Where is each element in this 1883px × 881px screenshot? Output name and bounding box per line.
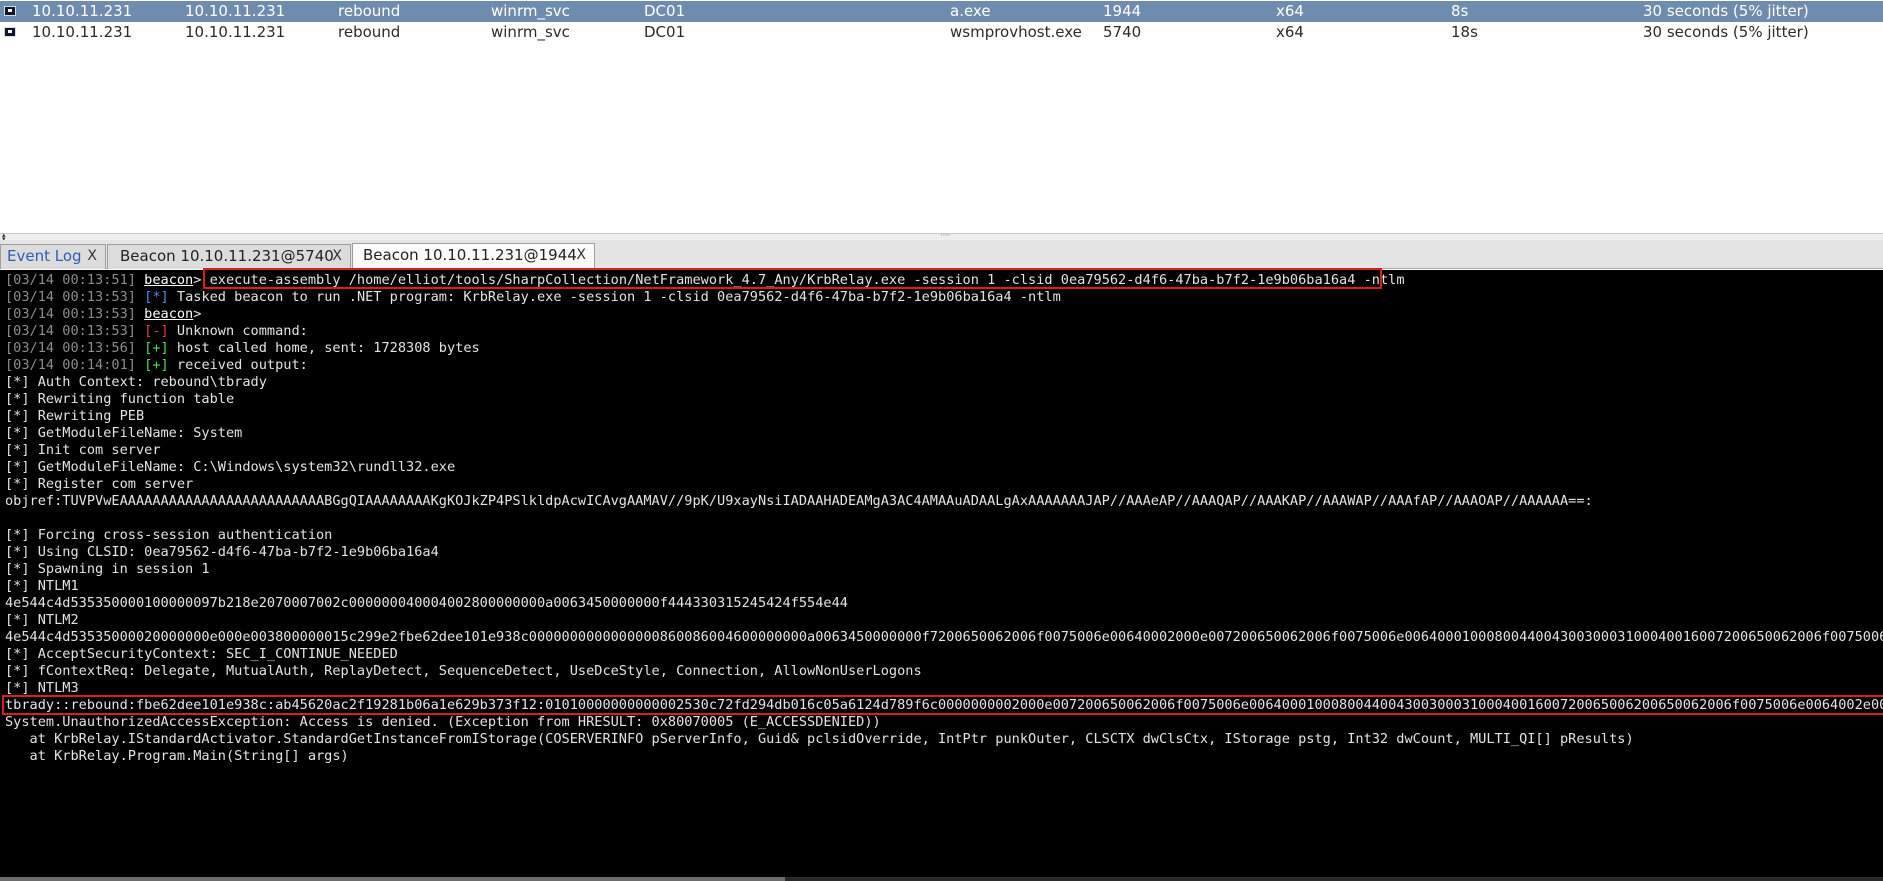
console-line: at KrbRelay.IStandardActivator.StandardG… <box>5 731 1634 747</box>
beacon-row[interactable]: 10.10.11.231 10.10.11.231 rebound winrm_… <box>0 22 1883 43</box>
cell-internal-ip: 10.10.11.231 <box>185 23 286 41</box>
console-line: [*] NTLM3 <box>5 680 79 696</box>
console-line: [03/14 00:13:56] [+] host called home, s… <box>5 340 480 357</box>
console-line: [*] Init com server <box>5 442 161 458</box>
cell-listener: winrm_svc <box>491 2 570 20</box>
beacon-table: 10.10.11.231 10.10.11.231 rebound winrm_… <box>0 0 1883 233</box>
timestamp: [03/14 00:13:51] <box>5 272 136 288</box>
console-line: [*] Auth Context: rebound\tbrady <box>5 374 267 390</box>
output-text: received output: <box>168 357 308 373</box>
console-line: 4e544c4d53535000020000000e000e0038000000… <box>5 629 1883 645</box>
console-line: [03/14 00:13:51] beacon> execute-assembl… <box>5 272 1405 289</box>
tab-label: Event Log <box>7 247 82 265</box>
console-line: [*] NTLM1 <box>5 578 79 594</box>
prompt-caret: > <box>193 306 202 322</box>
cell-computer: DC01 <box>644 23 686 41</box>
beacon-prompt: beacon <box>144 272 194 288</box>
output-text: Tasked beacon to run .NET program: KrbRe… <box>168 289 1061 305</box>
console-line: System.UnauthorizedAccessException: Acce… <box>5 714 881 730</box>
tab-event-log[interactable]: Event Log X <box>0 244 106 269</box>
cell-internal-ip: 10.10.11.231 <box>185 2 286 20</box>
output-text: host called home, sent: 1728308 bytes <box>168 340 480 356</box>
cell-sleep: 30 seconds (5% jitter) <box>1643 23 1809 41</box>
console-line: [*] Using CLSID: 0ea79562-d4f6-47ba-b7f2… <box>5 544 439 560</box>
cell-pid: 1944 <box>1103 2 1142 20</box>
console-line: [*] fContextReq: Delegate, MutualAuth, R… <box>5 663 922 679</box>
console-line: [*] NTLM2 <box>5 612 79 628</box>
console-line: [*] Rewriting PEB <box>5 408 145 424</box>
console-line: [*] Spawning in session 1 <box>5 561 210 577</box>
cell-process: a.exe <box>950 2 991 20</box>
console-line: [03/14 00:13:53] [-] Unknown command: <box>5 323 308 340</box>
cell-user: rebound <box>338 23 401 41</box>
tab-bar: Event Log X Beacon 10.10.11.231@5740 X B… <box>0 240 1883 270</box>
splitter-grip-icon[interactable]: ····· <box>940 232 950 241</box>
console-line: [03/14 00:14:01] [+] received output: <box>5 357 308 374</box>
console-line: [*] Register com server <box>5 476 194 492</box>
close-icon[interactable]: X <box>576 244 586 267</box>
cell-external-ip: 10.10.11.231 <box>32 23 133 41</box>
cell-arch: x64 <box>1276 2 1304 20</box>
cell-sleep: 30 seconds (5% jitter) <box>1643 2 1809 20</box>
console-line: [*] Rewriting function table <box>5 391 235 407</box>
cell-pid: 5740 <box>1103 23 1142 41</box>
timestamp: [03/14 00:13:53] <box>5 289 136 305</box>
success-tag: [+] <box>144 357 169 373</box>
success-tag: [+] <box>144 340 169 356</box>
output-text: Unknown command: <box>168 323 308 339</box>
console-line: objref:TUVPVwEAAAAAAAAAAAAAAAAAAAAAAAAAB… <box>5 493 1593 509</box>
timestamp: [03/14 00:13:53] <box>5 306 136 322</box>
command-text: execute-assembly /home/elliot/tools/Shar… <box>201 272 1405 288</box>
console-line: at KrbRelay.Program.Main(String[] args) <box>5 748 349 764</box>
console-line: [*] Forcing cross-session authentication <box>5 527 333 543</box>
cell-last: 18s <box>1451 23 1478 41</box>
console-line: 4e544c4d535350000100000097b218e207000700… <box>5 595 848 611</box>
cell-last: 8s <box>1451 2 1469 20</box>
cell-process: wsmprovhost.exe <box>950 23 1082 41</box>
console-line: [03/14 00:13:53] [*] Tasked beacon to ru… <box>5 289 1061 306</box>
cell-user: rebound <box>338 2 401 20</box>
cell-computer: DC01 <box>644 2 686 20</box>
tab-beacon-5740[interactable]: Beacon 10.10.11.231@5740 X <box>107 244 351 269</box>
console-line: [*] GetModuleFileName: System <box>5 425 243 441</box>
console-line: [*] GetModuleFileName: C:\Windows\system… <box>5 459 456 475</box>
timestamp: [03/14 00:14:01] <box>5 357 136 373</box>
tab-label: Beacon 10.10.11.231@1944 <box>363 246 577 264</box>
timestamp: [03/14 00:13:53] <box>5 323 136 339</box>
console-line: [03/14 00:13:53] beacon> <box>5 306 201 323</box>
beacon-session-icon <box>4 27 16 37</box>
error-tag: [-] <box>144 323 169 339</box>
close-icon[interactable]: X <box>87 245 97 268</box>
close-icon[interactable]: X <box>332 245 342 268</box>
info-tag: [*] <box>144 289 169 305</box>
cell-listener: winrm_svc <box>491 23 570 41</box>
tab-beacon-1944[interactable]: Beacon 10.10.11.231@1944 X <box>352 243 595 270</box>
cell-external-ip: 10.10.11.231 <box>32 2 133 20</box>
console-line: [*] AcceptSecurityContext: SEC_I_CONTINU… <box>5 646 398 662</box>
pane-splitter[interactable]: ▴ ▾ ····· <box>0 232 1883 243</box>
cell-arch: x64 <box>1276 23 1304 41</box>
beacon-row[interactable]: 10.10.11.231 10.10.11.231 rebound winrm_… <box>0 1 1883 22</box>
scrollbar-thumb[interactable] <box>0 877 785 881</box>
beacon-session-icon <box>4 6 16 16</box>
timestamp: [03/14 00:13:56] <box>5 340 136 356</box>
beacon-console[interactable]: [03/14 00:13:51] beacon> execute-assembl… <box>0 270 1883 881</box>
console-line: tbrady::rebound:fbe62dee101e938c:ab45620… <box>5 697 1883 713</box>
beacon-prompt: beacon <box>144 306 194 322</box>
tab-label: Beacon 10.10.11.231@5740 <box>120 247 334 265</box>
